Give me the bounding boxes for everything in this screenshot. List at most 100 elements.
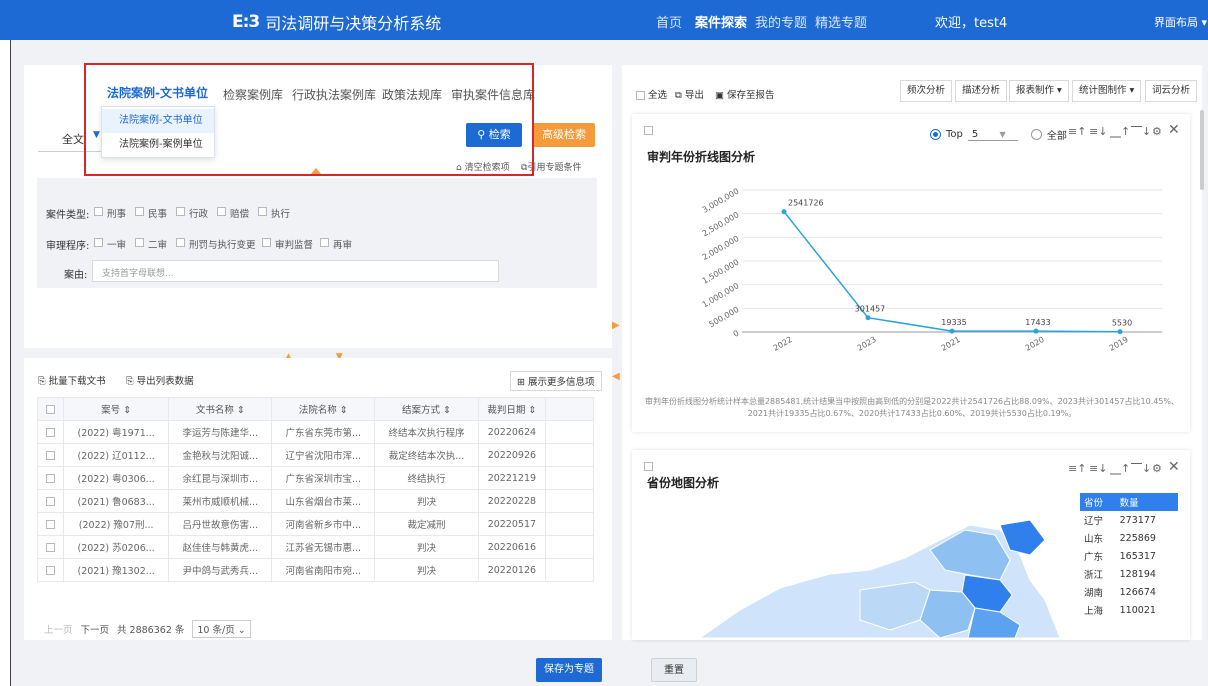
checkbox-sentence-change[interactable] <box>176 238 185 247</box>
row-select-cell[interactable] <box>37 466 64 490</box>
column-header-doc-name[interactable]: 文书名称 ⇕ <box>168 397 273 421</box>
checkbox-civil[interactable] <box>135 207 144 216</box>
sort-top-icon[interactable]: ⎽↑ <box>1110 125 1130 139</box>
top-n-select[interactable]: 5 ▼ <box>967 129 1018 141</box>
checkbox-label: 赔偿 <box>230 209 250 220</box>
table-row[interactable]: (2022) 辽0112... 金艳秋与沈阳诚... 辽宁省沈阳市浑... 裁定终结本… <box>37 443 594 467</box>
page-size-select[interactable]: 10 条/页 ⌄ <box>192 620 251 638</box>
table-row[interactable]: (2022) 粤0306... 余红昆与深圳市... 广东省深圳市宝... 终结执行 2… <box>37 466 594 490</box>
sort-top-icon[interactable]: ⎽↑ <box>1110 462 1130 476</box>
data-point[interactable] <box>865 315 871 321</box>
column-header-date[interactable]: 裁判日期 ⇕ <box>477 397 547 421</box>
checkbox-first-instance[interactable] <box>94 238 103 247</box>
row-select-cell[interactable] <box>37 489 64 513</box>
checkbox[interactable] <box>46 473 55 483</box>
sort-bottom-icon[interactable]: ⎺↓ <box>1131 125 1151 139</box>
data-point[interactable] <box>1033 328 1039 334</box>
province-name: 湖南 <box>1084 588 1104 599</box>
batch-download-button[interactable]: ⎘ 批量下载文书 <box>38 373 106 387</box>
table-cell: 李运芳与陈建华... <box>168 420 273 444</box>
save-topic-button[interactable]: 保存为专题 <box>536 658 602 682</box>
row-select-cell[interactable] <box>37 443 64 467</box>
nav-case-explore[interactable]: 案件探索 <box>695 12 747 31</box>
sort-bottom-icon[interactable]: ⎺↓ <box>1131 462 1151 476</box>
table-cell: 20220228 <box>477 489 547 513</box>
checkbox[interactable] <box>46 450 55 460</box>
row-select-cell[interactable] <box>37 535 64 559</box>
close-icon[interactable]: ✕ <box>1168 122 1180 138</box>
expand-left-icon[interactable]: ◀ <box>612 371 620 382</box>
select-all-cell[interactable] <box>37 397 64 421</box>
sort-desc-icon[interactable]: ≡↓ <box>1089 462 1107 475</box>
table-row[interactable]: (2021) 豫1302... 尹中鸽与武秀兵... 河南省南阳市宛... 判决 202… <box>37 558 594 582</box>
table-cell: 20220616 <box>477 535 547 559</box>
checkbox[interactable] <box>46 427 55 437</box>
chart-select-checkbox[interactable] <box>644 126 653 135</box>
reset-button[interactable]: 重置 <box>651 658 697 682</box>
table-cell: 莱州市威顺机械... <box>168 489 273 513</box>
table-cell: 20221219 <box>477 466 547 490</box>
settings-icon[interactable]: ⚙ <box>1152 125 1162 138</box>
table-cell: 判决 <box>374 535 479 559</box>
checkbox-administrative[interactable] <box>176 207 185 216</box>
checkbox-supervision[interactable] <box>262 238 271 247</box>
export-list-button[interactable]: ⎘ 导出列表数据 <box>126 373 194 387</box>
advanced-search-button[interactable]: 高级检索 <box>533 123 595 147</box>
checkbox-second-instance[interactable] <box>135 238 144 247</box>
total-count: 共 2886362 条 <box>117 625 185 636</box>
checkbox[interactable] <box>46 496 55 506</box>
sort-asc-icon[interactable]: ≡↑ <box>1068 462 1086 475</box>
column-header-closure[interactable]: 结案方式 ⇕ <box>374 397 479 421</box>
map-select-checkbox[interactable] <box>644 462 653 471</box>
checkbox[interactable] <box>46 519 55 529</box>
checkbox-execution[interactable] <box>258 207 267 216</box>
right-scrollbar[interactable] <box>1200 110 1204 190</box>
table-row[interactable]: (2022) 苏0206... 赵佳佳与韩黄虎... 江苏省无锡市惠... 判决 202… <box>37 535 594 559</box>
nav-home[interactable]: 首页 <box>656 12 682 31</box>
word-cloud-button[interactable]: 词云分析 <box>1145 80 1198 102</box>
chart-making-button[interactable]: 统计图制作 ▾ <box>1072 80 1142 102</box>
checkbox-criminal[interactable] <box>94 207 103 216</box>
table-row[interactable]: (2021) 鲁0683... 莱州市威顺机械... 山东省烟台市莱... 判决 202… <box>37 489 594 513</box>
frequency-analysis-button[interactable]: 频次分析 <box>900 80 953 102</box>
checkbox[interactable] <box>46 565 55 575</box>
column-header-court[interactable]: 法院名称 ⇕ <box>271 397 376 421</box>
checkbox-compensation[interactable] <box>217 207 226 216</box>
table-row[interactable]: (2022) 豫07刑... 吕丹世故意伤害... 河南省新乡市中... 裁定减刑 20… <box>37 512 594 536</box>
checkbox-retrial[interactable] <box>320 238 329 247</box>
more-info-button[interactable]: ⊞ 展示更多信息项 <box>510 371 602 391</box>
checkbox-label: 再审 <box>333 240 353 251</box>
radio-all[interactable] <box>1030 129 1042 140</box>
row-select-cell[interactable] <box>37 420 64 444</box>
close-icon[interactable]: ✕ <box>1168 459 1180 475</box>
data-point[interactable] <box>1117 329 1123 335</box>
checkbox[interactable] <box>636 91 645 100</box>
province-header: 省份 <box>1080 493 1116 511</box>
next-page-button[interactable]: 下一页 <box>81 622 110 636</box>
expand-right-icon[interactable]: ▶ <box>612 320 620 331</box>
radio-top[interactable] <box>930 129 941 140</box>
table-cell: 河南省新乡市中... <box>271 512 376 536</box>
table-row[interactable]: (2022) 粤1971... 李运芳与陈建华... 广东省东莞市第... 终结本次执… <box>37 420 594 444</box>
sort-asc-icon[interactable]: ≡↑ <box>1068 125 1086 138</box>
column-header-case-no[interactable]: 案号 ⇕ <box>62 397 170 421</box>
save-report-button[interactable]: ▣ 保存至报告 <box>715 87 775 101</box>
descriptive-analysis-button[interactable]: 描述分析 <box>955 80 1008 102</box>
checkbox[interactable] <box>46 404 55 414</box>
data-point[interactable] <box>949 328 955 334</box>
checkbox[interactable] <box>46 542 55 552</box>
nav-my-topics[interactable]: 我的专题 <box>755 12 807 31</box>
cause-input[interactable]: 支持首字母联想... <box>92 260 499 282</box>
layout-menu[interactable]: 界面布局 ▾ <box>1154 14 1207 30</box>
report-making-button[interactable]: 报表制作 ▾ <box>1009 80 1069 102</box>
export-button[interactable]: ⧉ 导出 <box>675 87 704 101</box>
prev-page-button[interactable]: 上一页 <box>44 622 73 636</box>
panel-toggle[interactable]: ▶ ◀ <box>612 320 620 382</box>
select-all-checkbox[interactable]: 全选 <box>636 87 667 101</box>
data-point[interactable] <box>781 209 787 215</box>
row-select-cell[interactable] <box>37 558 64 582</box>
sort-desc-icon[interactable]: ≡↓ <box>1089 125 1107 138</box>
nav-featured-topics[interactable]: 精选专题 <box>815 12 867 31</box>
row-select-cell[interactable] <box>37 512 64 536</box>
settings-icon[interactable]: ⚙ <box>1152 462 1162 475</box>
